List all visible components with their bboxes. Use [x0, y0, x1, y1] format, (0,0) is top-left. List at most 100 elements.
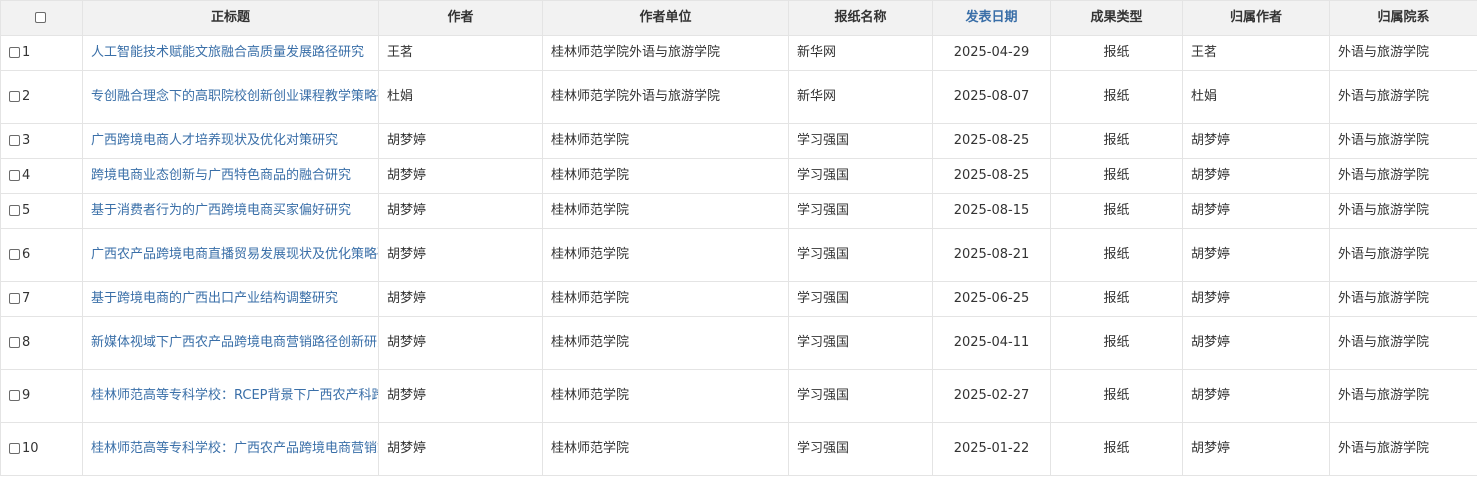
owner-cell: 王茗	[1182, 35, 1330, 71]
column-header-newspaper: 报纸名称	[788, 0, 933, 36]
column-header-unit: 作者单位	[542, 0, 789, 36]
unit-cell: 桂林师范学院	[542, 316, 789, 370]
author-cell: 胡梦婷	[378, 228, 543, 282]
owner-cell: 杜娟	[1182, 70, 1330, 124]
owner-cell: 胡梦婷	[1182, 281, 1330, 317]
row-checkbox[interactable]	[9, 91, 20, 102]
title-cell: 新媒体视域下广西农产品跨境电商营销路径创新研究	[82, 316, 379, 370]
title-link[interactable]: 桂林师范高等专科学校：广西农产品跨境电商营销策略研究	[91, 441, 378, 456]
type-cell: 报纸	[1050, 123, 1183, 159]
type-cell: 报纸	[1050, 228, 1183, 282]
type-cell: 报纸	[1050, 369, 1183, 423]
unit-cell: 桂林师范学院	[542, 193, 789, 229]
select-all-header	[0, 0, 83, 36]
title-cell: 跨境电商业态创新与广西特色商品的融合研究	[82, 158, 379, 194]
title-link[interactable]: 广西跨境电商人才培养现状及优化对策研究	[91, 133, 338, 148]
column-header-title: 正标题	[82, 0, 379, 36]
title-cell: 广西跨境电商人才培养现状及优化对策研究	[82, 123, 379, 159]
column-header-owner: 归属作者	[1182, 0, 1330, 36]
row-number: 3	[22, 133, 31, 148]
row-select-cell: 3	[0, 123, 83, 159]
newspaper-cell: 学习强国	[788, 158, 933, 194]
owner-cell: 胡梦婷	[1182, 193, 1330, 229]
row-number: 6	[22, 247, 31, 262]
title-cell: 人工智能技术赋能文旅融合高质量发展路径研究	[82, 35, 379, 71]
author-cell: 王茗	[378, 35, 543, 71]
row-number: 10	[22, 441, 39, 456]
row-select-cell: 5	[0, 193, 83, 229]
column-header-dept: 归属院系	[1329, 0, 1477, 36]
dept-cell: 外语与旅游学院	[1329, 316, 1477, 370]
title-link[interactable]: 基于跨境电商的广西出口产业结构调整研究	[91, 291, 338, 306]
date-cell: 2025-08-21	[932, 228, 1051, 282]
table-row: 2 专创融合理念下的高职院校创新创业课程教学策略研究 杜娟 桂林师范学院外语与旅…	[0, 70, 1477, 124]
title-link[interactable]: 跨境电商业态创新与广西特色商品的融合研究	[91, 168, 351, 183]
title-cell: 专创融合理念下的高职院校创新创业课程教学策略研究	[82, 70, 379, 124]
title-link[interactable]: 新媒体视域下广西农产品跨境电商营销路径创新研究	[91, 335, 378, 350]
date-cell: 2025-06-25	[932, 281, 1051, 317]
title-link[interactable]: 桂林师范高等专科学校：RCEP背景下广西农产科跨境电商发展策略	[91, 388, 378, 403]
title-link[interactable]: 基于消费者行为的广西跨境电商买家偏好研究	[91, 203, 351, 218]
row-checkbox[interactable]	[9, 249, 20, 260]
owner-cell: 胡梦婷	[1182, 158, 1330, 194]
newspaper-cell: 学习强国	[788, 369, 933, 423]
table-row: 4 跨境电商业态创新与广西特色商品的融合研究 胡梦婷 桂林师范学院 学习强国 2…	[0, 158, 1477, 194]
author-cell: 杜娟	[378, 70, 543, 124]
date-cell: 2025-02-27	[932, 369, 1051, 423]
row-number: 1	[22, 45, 31, 60]
owner-cell: 胡梦婷	[1182, 369, 1330, 423]
author-cell: 胡梦婷	[378, 422, 543, 476]
title-link[interactable]: 专创融合理念下的高职院校创新创业课程教学策略研究	[91, 89, 378, 104]
row-select-cell: 6	[0, 228, 83, 282]
newspaper-cell: 学习强国	[788, 193, 933, 229]
row-number: 9	[22, 388, 31, 403]
dept-cell: 外语与旅游学院	[1329, 422, 1477, 476]
select-all-checkbox[interactable]	[35, 12, 46, 23]
unit-cell: 桂林师范学院	[542, 281, 789, 317]
table-row: 3 广西跨境电商人才培养现状及优化对策研究 胡梦婷 桂林师范学院 学习强国 20…	[0, 123, 1477, 159]
dept-cell: 外语与旅游学院	[1329, 35, 1477, 71]
row-select-cell: 4	[0, 158, 83, 194]
column-header-date-sort[interactable]: 发表日期	[932, 0, 1051, 36]
author-cell: 胡梦婷	[378, 281, 543, 317]
row-checkbox[interactable]	[9, 293, 20, 304]
table-row: 5 基于消费者行为的广西跨境电商买家偏好研究 胡梦婷 桂林师范学院 学习强国 2…	[0, 193, 1477, 229]
results-table: 正标题 作者 作者单位 报纸名称 发表日期 成果类型 归属作者 归属院系 1 人…	[0, 0, 1477, 476]
row-select-cell: 2	[0, 70, 83, 124]
title-link[interactable]: 人工智能技术赋能文旅融合高质量发展路径研究	[91, 45, 364, 60]
row-checkbox[interactable]	[9, 47, 20, 58]
date-cell: 2025-08-07	[932, 70, 1051, 124]
table-row: 1 人工智能技术赋能文旅融合高质量发展路径研究 王茗 桂林师范学院外语与旅游学院…	[0, 35, 1477, 71]
unit-cell: 桂林师范学院	[542, 228, 789, 282]
row-checkbox[interactable]	[9, 337, 20, 348]
table-row: 8 新媒体视域下广西农产品跨境电商营销路径创新研究 胡梦婷 桂林师范学院 学习强…	[0, 316, 1477, 370]
row-checkbox[interactable]	[9, 170, 20, 181]
unit-cell: 桂林师范学院	[542, 422, 789, 476]
table-row: 10 桂林师范高等专科学校：广西农产品跨境电商营销策略研究 胡梦婷 桂林师范学院…	[0, 422, 1477, 476]
title-link[interactable]: 广西农产品跨境电商直播贸易发展现状及优化策略研究	[91, 247, 378, 262]
newspaper-cell: 新华网	[788, 70, 933, 124]
row-checkbox[interactable]	[9, 135, 20, 146]
title-cell: 桂林师范高等专科学校：RCEP背景下广西农产科跨境电商发展策略	[82, 369, 379, 423]
row-checkbox[interactable]	[9, 390, 20, 401]
newspaper-cell: 新华网	[788, 35, 933, 71]
date-cell: 2025-04-29	[932, 35, 1051, 71]
type-cell: 报纸	[1050, 281, 1183, 317]
column-header-type: 成果类型	[1050, 0, 1183, 36]
newspaper-cell: 学习强国	[788, 123, 933, 159]
row-number: 8	[22, 335, 31, 350]
newspaper-cell: 学习强国	[788, 316, 933, 370]
row-checkbox[interactable]	[9, 205, 20, 216]
row-checkbox[interactable]	[9, 443, 20, 454]
row-select-cell: 10	[0, 422, 83, 476]
author-cell: 胡梦婷	[378, 193, 543, 229]
row-number: 4	[22, 168, 31, 183]
dept-cell: 外语与旅游学院	[1329, 281, 1477, 317]
row-select-cell: 7	[0, 281, 83, 317]
type-cell: 报纸	[1050, 316, 1183, 370]
dept-cell: 外语与旅游学院	[1329, 193, 1477, 229]
type-cell: 报纸	[1050, 158, 1183, 194]
table-row: 7 基于跨境电商的广西出口产业结构调整研究 胡梦婷 桂林师范学院 学习强国 20…	[0, 281, 1477, 317]
unit-cell: 桂林师范学院	[542, 123, 789, 159]
owner-cell: 胡梦婷	[1182, 228, 1330, 282]
